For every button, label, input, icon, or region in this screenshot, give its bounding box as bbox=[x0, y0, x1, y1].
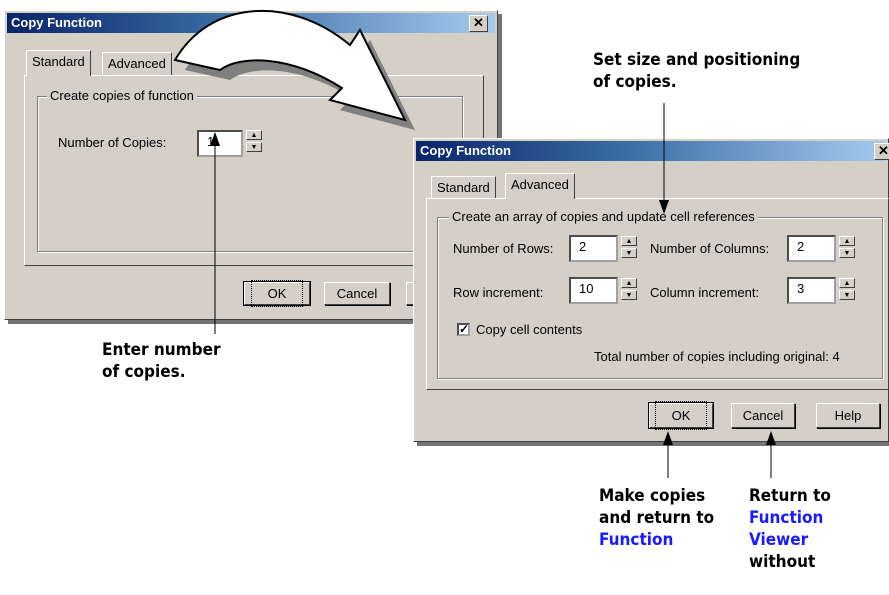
callout-line-1: Set size and positioning bbox=[593, 50, 801, 70]
callout-line-1: Return to bbox=[749, 486, 831, 506]
callout-line-4: without bbox=[749, 552, 816, 572]
callout-line-2: and return to bbox=[599, 508, 715, 528]
tab-advanced[interactable]: Advanced bbox=[505, 173, 575, 199]
callout-enter-number: Enter number of copies. bbox=[102, 339, 221, 383]
callout-return-to: Return to Function Viewer without bbox=[749, 485, 831, 573]
arrowhead-icon bbox=[210, 132, 220, 146]
tab-advanced-label: Advanced bbox=[511, 177, 569, 192]
callout-line-2: of copies. bbox=[102, 362, 186, 382]
callout-make-copies: Make copies and return to Function bbox=[599, 485, 714, 551]
function-viewer-link-2[interactable]: Viewer bbox=[749, 529, 831, 551]
function-viewer-link[interactable]: Function bbox=[749, 507, 831, 529]
tab-standard-label: Standard bbox=[32, 54, 85, 69]
callout-line-2: of copies. bbox=[593, 72, 677, 92]
function-link[interactable]: Function bbox=[599, 529, 714, 551]
arrowhead-icon bbox=[766, 431, 776, 445]
tab-standard[interactable]: Standard bbox=[26, 50, 91, 76]
arrowhead-icon bbox=[663, 431, 673, 445]
callout-set-size: Set size and positioning of copies. bbox=[593, 49, 800, 93]
callout-line-1: Make copies bbox=[599, 486, 706, 506]
arrowhead-icon bbox=[659, 200, 669, 214]
callout-line-1: Enter number bbox=[102, 340, 221, 360]
